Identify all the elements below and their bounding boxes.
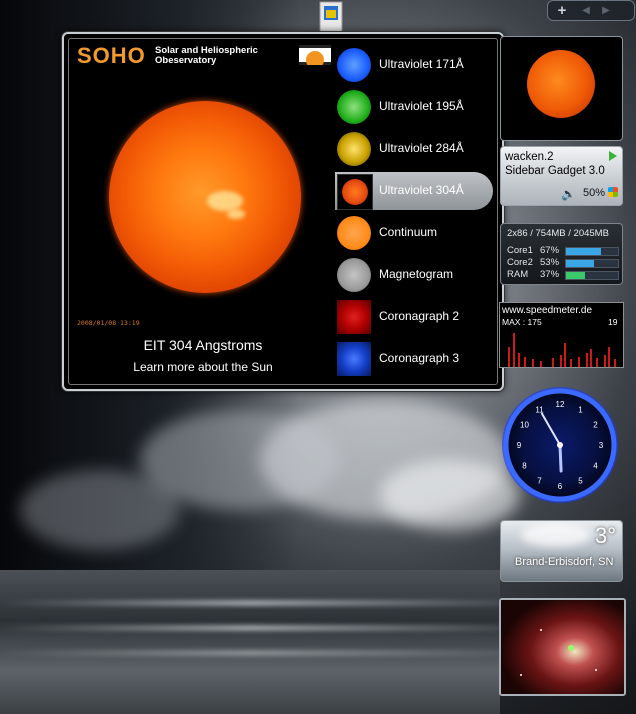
speaker-icon[interactable]: 🔈	[561, 187, 576, 201]
soho-panel: SOHO Solar and Heliospheric Obeservatory…	[68, 38, 498, 385]
media-player-gadget[interactable]: wacken.2 Sidebar Gadget 3.0 🔈 50%	[500, 146, 623, 206]
wavelength-thumbnail	[337, 258, 371, 292]
list-item-label: Ultraviolet 195Å	[379, 99, 464, 113]
meter-bar	[565, 247, 619, 256]
mini-sun-image	[527, 50, 595, 118]
list-item[interactable]: Coronagraph 3	[335, 340, 493, 378]
clock-number: 2	[593, 421, 598, 430]
clock-number: 12	[556, 400, 565, 409]
list-item-label: Magnetogram	[379, 267, 454, 281]
cloud	[20, 470, 180, 550]
meter-fill	[566, 260, 594, 267]
meter-fill	[566, 272, 586, 279]
sun-image[interactable]	[109, 101, 301, 293]
list-item[interactable]: Ultraviolet 195Å	[335, 88, 493, 126]
wavelength-thumbnail	[337, 174, 373, 210]
clock-gadget[interactable]: 121234567891011	[500, 386, 621, 505]
meter-bar	[565, 271, 619, 280]
hour-hand	[558, 443, 563, 473]
meter-label: Core1	[507, 245, 533, 256]
soho-logo[interactable]: SOHO	[77, 43, 146, 69]
prev-page-button[interactable]: ◀	[576, 5, 596, 16]
temperature: 3°	[595, 523, 617, 548]
speedmeter-url: www.speedmeter.de	[502, 305, 593, 316]
meter-label: Core2	[507, 257, 533, 268]
subtitle-line: Obeservatory	[155, 55, 217, 66]
image-timestamp: 2008/01/08 13:19	[77, 319, 140, 327]
wavelength-thumbnail	[337, 342, 371, 376]
meter-row: Core2 53%	[507, 257, 619, 268]
film-sun-icon[interactable]	[299, 45, 331, 65]
wave	[0, 625, 500, 631]
clock-number: 4	[593, 462, 598, 471]
clock-number: 5	[578, 477, 583, 486]
clock-number: 7	[537, 477, 542, 486]
list-item-label: Coronagraph 2	[379, 309, 460, 323]
file-icon[interactable]	[316, 0, 346, 34]
soho-gadget[interactable]	[500, 36, 623, 141]
next-page-button[interactable]: ▶	[596, 5, 616, 16]
wavelength-thumbnail	[337, 132, 371, 166]
speed-current: 19	[608, 317, 618, 327]
cpu-meter-gadget[interactable]: 2x86 / 754MB / 2045MB Core1 67% Core2 53…	[500, 223, 623, 285]
meter-bar	[565, 259, 619, 268]
slideshow-gadget[interactable]	[499, 598, 626, 696]
volume-percent: 50%	[583, 187, 606, 199]
meter-label: RAM	[507, 269, 529, 280]
clock-number: 8	[522, 462, 527, 471]
clock-number: 6	[558, 482, 563, 491]
clock-number: 11	[535, 406, 544, 415]
list-item[interactable]: Continuum	[335, 214, 493, 252]
meter-fill	[566, 248, 601, 255]
weather-location: Brand-Erbisdorf, SN	[515, 556, 614, 568]
list-item-label: Coronagraph 3	[379, 351, 460, 365]
wave	[0, 600, 500, 606]
list-item[interactable]: Ultraviolet 171Å	[335, 46, 493, 84]
meter-value: 37%	[540, 269, 560, 280]
sidebar-controls: + ◀ ▶	[547, 0, 635, 21]
list-item-label: Ultraviolet 171Å	[379, 57, 464, 71]
weather-gadget[interactable]: 3° Brand-Erbisdorf, SN	[500, 520, 623, 582]
wavelength-thumbnail	[337, 216, 371, 250]
image-title: EIT 304 Angstroms	[143, 337, 263, 353]
list-item-label: Ultraviolet 284Å	[379, 141, 464, 155]
wavelength-thumbnail	[337, 90, 371, 124]
speed-max: MAX : 175	[502, 317, 542, 327]
system-summary: 2x86 / 754MB / 2045MB	[507, 228, 609, 239]
soho-flyout: SOHO Solar and Heliospheric Obeservatory…	[62, 32, 504, 391]
meter-row: Core1 67%	[507, 245, 619, 256]
meter-value: 67%	[540, 245, 560, 256]
clock-number: 3	[599, 441, 604, 450]
learn-more-link[interactable]: Learn more about the Sun	[69, 360, 337, 374]
list-item[interactable]: Magnetogram	[335, 256, 493, 294]
clock-number: 10	[520, 421, 529, 430]
nebula-image	[501, 600, 624, 694]
windows-logo-icon	[608, 187, 618, 197]
wave	[0, 650, 500, 656]
speedmeter-gadget[interactable]: www.speedmeter.de MAX : 175 19	[499, 302, 624, 368]
wavelength-thumbnail	[337, 48, 371, 82]
gadget-name: Sidebar Gadget 3.0	[505, 165, 605, 177]
clock-number: 1	[578, 406, 583, 415]
add-gadget-button[interactable]: +	[548, 2, 576, 19]
list-item-label: Ultraviolet 304Å	[379, 183, 464, 197]
list-item[interactable]: Ultraviolet 284Å	[335, 130, 493, 168]
sea	[0, 570, 500, 714]
track-title: wacken.2	[505, 151, 554, 163]
meter-value: 53%	[540, 257, 560, 268]
soho-subtitle: Solar and Heliospheric Obeservatory	[155, 46, 258, 66]
clock-number: 9	[517, 441, 522, 450]
list-item-label: Continuum	[379, 225, 438, 239]
meter-row: RAM 37%	[507, 269, 619, 280]
list-item-selected[interactable]: Ultraviolet 304Å	[335, 172, 493, 210]
cloud	[380, 460, 520, 530]
play-icon[interactable]	[609, 151, 617, 161]
wavelength-thumbnail	[337, 300, 371, 334]
list-item[interactable]: Coronagraph 2	[335, 298, 493, 336]
